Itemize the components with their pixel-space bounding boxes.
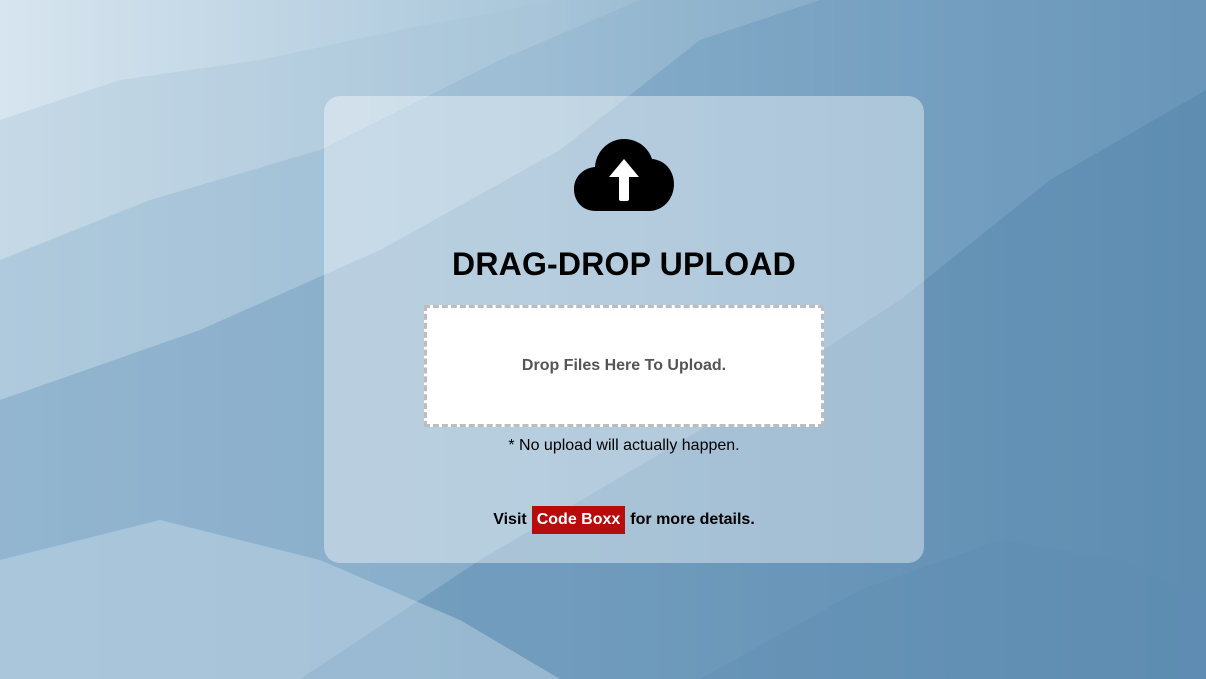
drop-zone-label: Drop Files Here To Upload. <box>521 357 727 374</box>
footer-suffix: for more details. <box>630 511 755 528</box>
cloud-upload-icon <box>574 139 674 211</box>
upload-card: DRAG-DROP UPLOAD Drop Files Here To Uplo… <box>324 96 924 563</box>
code-boxx-link[interactable]: Code Boxx <box>531 506 626 534</box>
footer-line: Visit Code Boxx for more details. <box>324 506 924 534</box>
file-drop-zone[interactable]: Drop Files Here To Upload. <box>424 305 824 427</box>
upload-note: * No upload will actually happen. <box>508 437 740 454</box>
footer-prefix: Visit <box>493 511 527 528</box>
page-title: DRAG-DROP UPLOAD <box>452 246 796 282</box>
